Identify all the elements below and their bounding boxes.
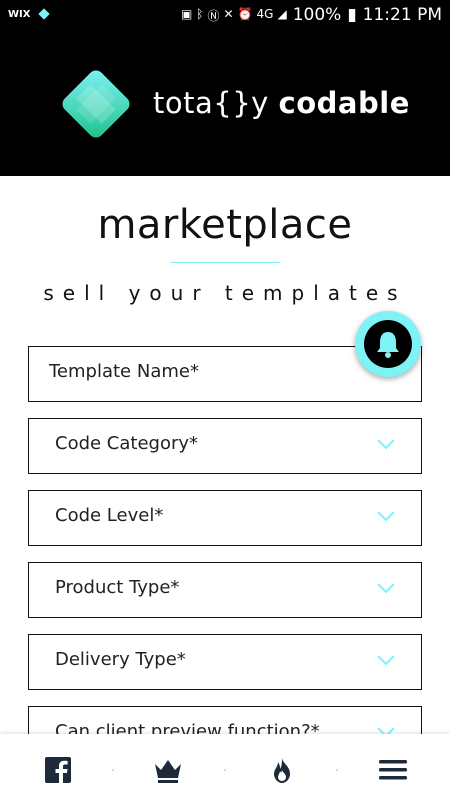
totally-codable-logo-icon[interactable]: [56, 64, 136, 144]
crown-icon[interactable]: [153, 756, 183, 784]
bluetooth-icon: ᛒ: [196, 6, 204, 21]
battery-percent: 100%: [292, 5, 342, 25]
notification-bell-button[interactable]: [355, 311, 421, 377]
field-label: Code Level*: [55, 505, 164, 526]
chevron-down-icon: [377, 511, 395, 522]
field-label: Template Name*: [49, 361, 199, 382]
chevron-down-icon: [377, 655, 395, 666]
network-label: 4G: [256, 6, 274, 21]
logo-text-bold: codable: [278, 86, 410, 120]
bottom-nav: [0, 734, 450, 800]
site-header: tota{}y codable: [0, 32, 450, 176]
mute-icon: ✕: [223, 6, 234, 21]
field-label: Code Category*: [55, 433, 199, 454]
code-category-select[interactable]: Code Category*: [28, 418, 422, 474]
page-subtitle: sell your templates: [43, 281, 407, 305]
facebook-icon[interactable]: [43, 756, 73, 784]
flame-icon[interactable]: [267, 756, 297, 784]
battery-icon: ▮: [347, 5, 357, 25]
logo-text-light: tota{}y: [153, 86, 269, 120]
clock: 11:21 PM: [362, 5, 442, 25]
sim-icon: ▣: [180, 6, 193, 21]
logo-wordmark[interactable]: tota{}y codable: [153, 86, 410, 120]
code-level-select[interactable]: Code Level*: [28, 490, 422, 546]
nfc-icon: Ⓝ: [207, 8, 220, 23]
field-label: Delivery Type*: [55, 649, 186, 670]
nav-separator: [336, 769, 338, 771]
page-title: marketplace: [97, 202, 353, 248]
delivery-type-select[interactable]: Delivery Type*: [28, 634, 422, 690]
chevron-down-icon: [377, 439, 395, 450]
signal-icon: ◢: [277, 6, 287, 21]
status-bar: WIX ▣ ᛒ Ⓝ ✕ ⏰ 4G ◢ 100% ▮ 11:21 PM: [0, 0, 450, 32]
menu-icon[interactable]: [378, 756, 408, 784]
bell-icon: [377, 332, 399, 358]
nav-separator: [112, 769, 114, 771]
title-divider: [170, 262, 280, 263]
wix-diamond-icon: [38, 8, 51, 20]
chevron-down-icon: [377, 583, 395, 594]
nav-separator: [224, 769, 226, 771]
wix-label: WIX: [8, 8, 31, 20]
bell-icon-container: [364, 320, 412, 368]
alarm-icon: ⏰: [237, 6, 253, 21]
product-type-select[interactable]: Product Type*: [28, 562, 422, 618]
field-label: Product Type*: [55, 577, 180, 598]
